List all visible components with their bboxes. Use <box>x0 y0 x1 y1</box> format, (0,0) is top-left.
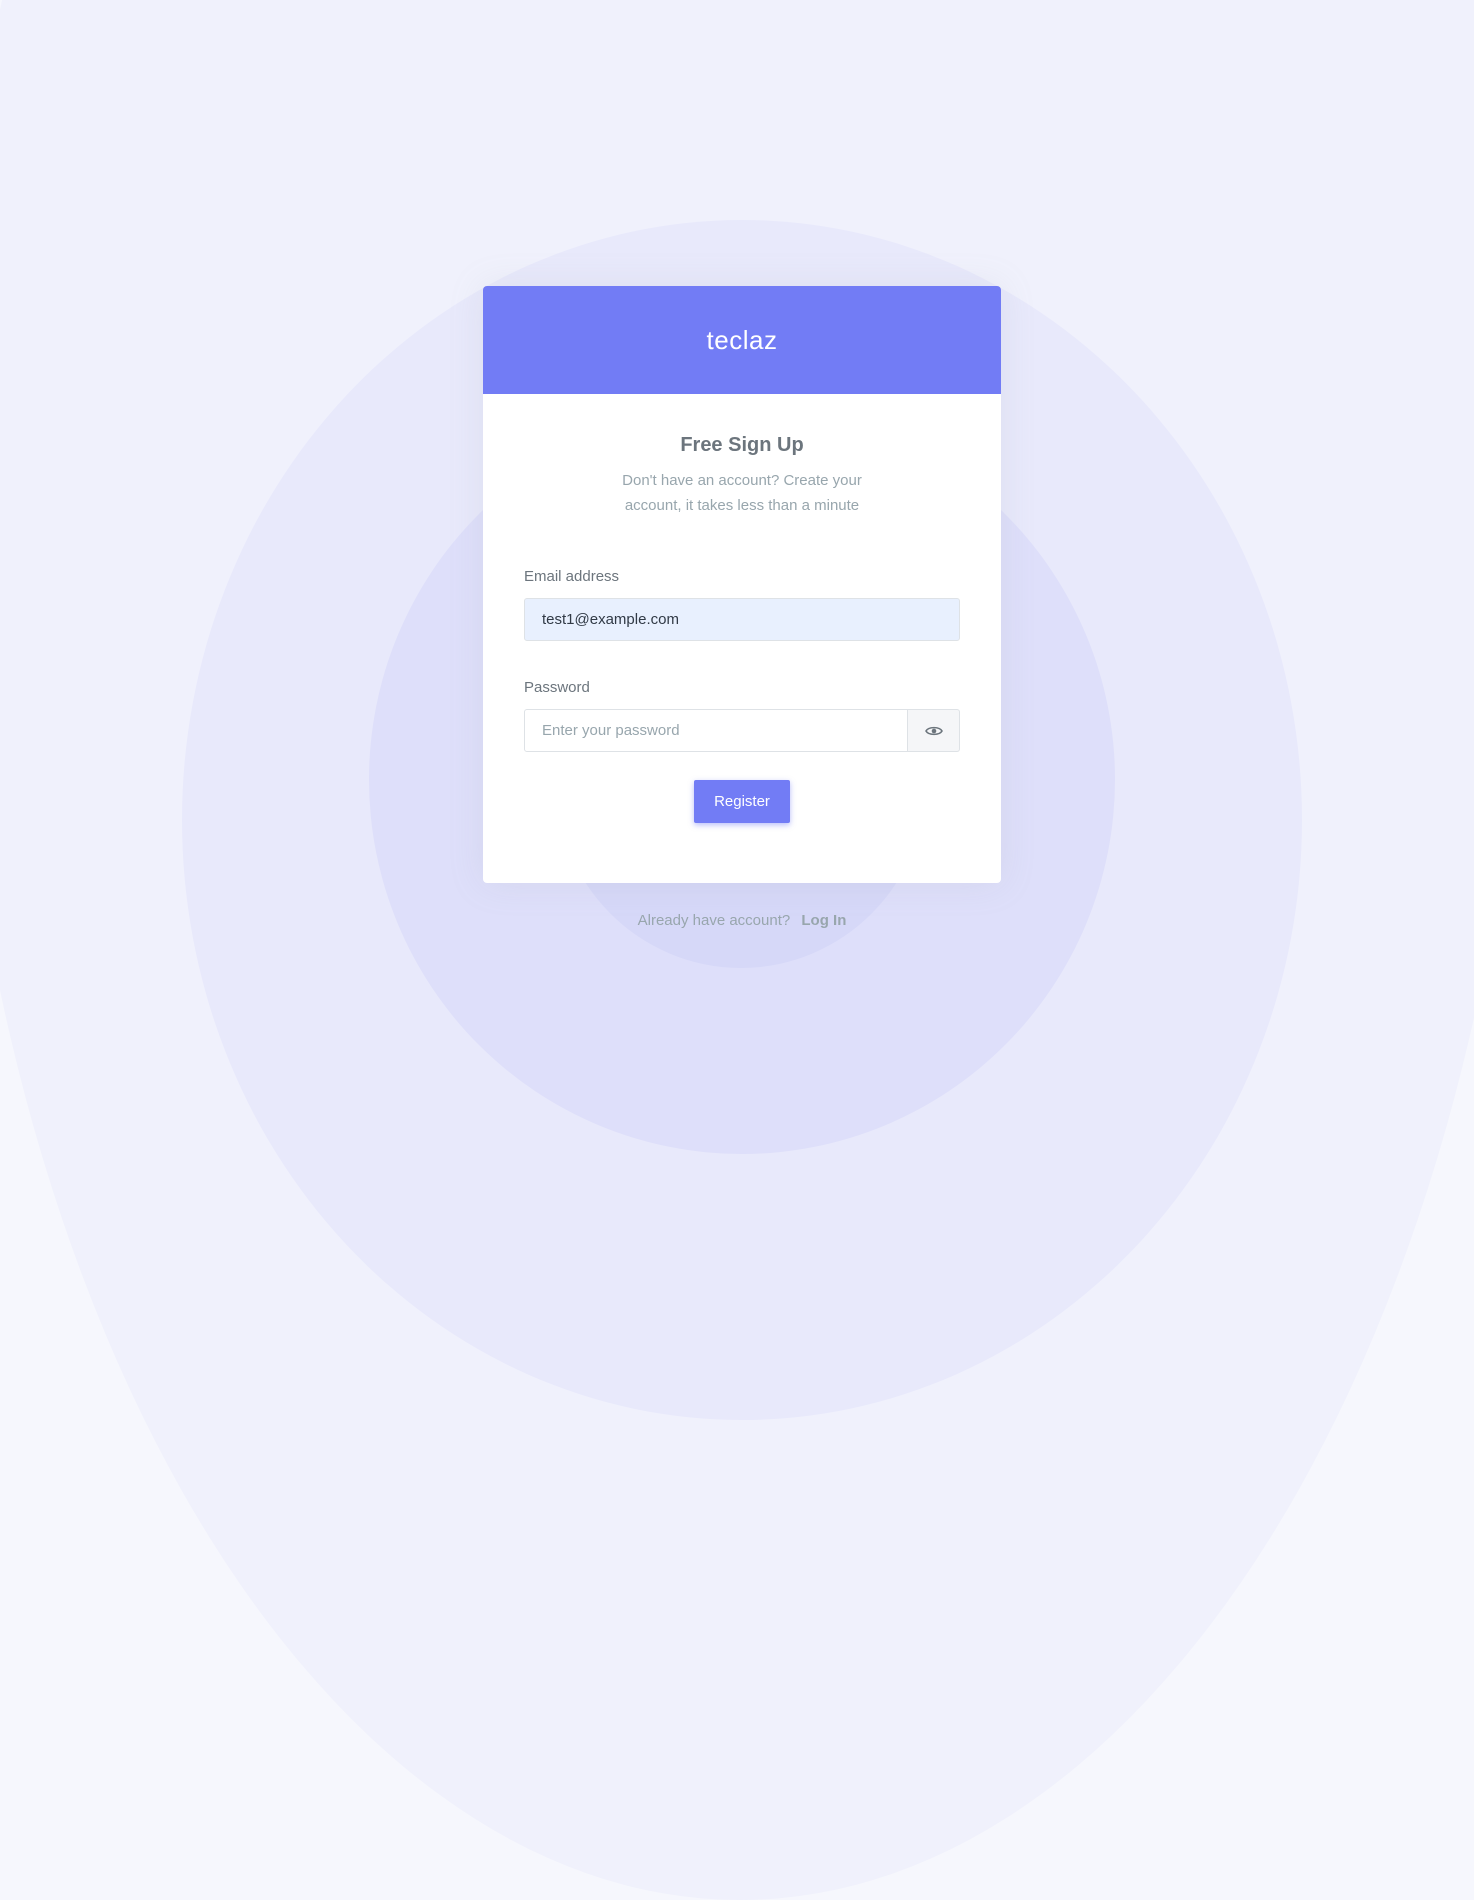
email-label: Email address <box>524 568 620 585</box>
password-input-group <box>524 709 960 752</box>
password-field[interactable] <box>524 709 908 752</box>
form-title: Free Sign Up <box>680 434 804 456</box>
submit-wrapper: Register <box>524 780 960 823</box>
email-field[interactable] <box>524 598 960 641</box>
login-link[interactable]: Log In <box>801 912 846 929</box>
register-button[interactable]: Register <box>694 780 790 823</box>
signup-card: teclaz Free Sign Up Don't have an accoun… <box>483 286 1001 883</box>
password-label: Password <box>524 679 590 696</box>
background-ring-outer <box>0 0 1474 1900</box>
show-password-button[interactable] <box>908 709 960 752</box>
login-prompt-text: Already have account? <box>637 912 791 929</box>
card-body: Free Sign Up Don't have an account? Crea… <box>483 434 1001 823</box>
login-prompt: Already have account? Log In <box>483 912 1001 929</box>
card-header: teclaz <box>483 286 1001 394</box>
brand-logo-text: teclaz <box>706 324 778 355</box>
eye-icon <box>924 726 943 735</box>
form-subtitle: Don't have an account? Create your accou… <box>622 472 862 514</box>
